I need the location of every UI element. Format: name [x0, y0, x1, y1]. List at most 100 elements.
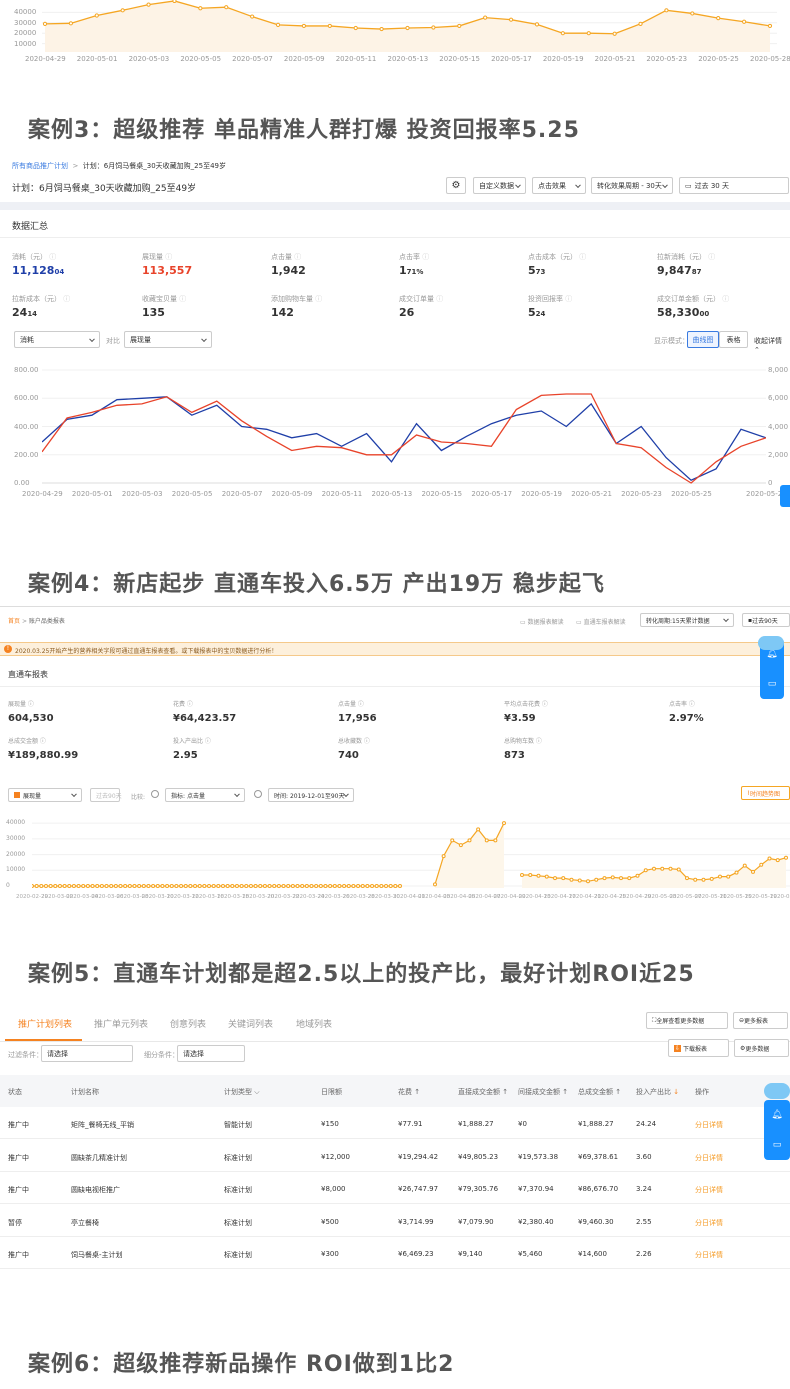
curve-mode-button[interactable]: 曲线图 — [687, 331, 719, 348]
sort-icon[interactable]: ↑ — [412, 1088, 420, 1096]
time-value: 2019-12-01至90天 — [289, 792, 345, 800]
metric-decimal: 73 — [535, 268, 546, 276]
top-chart-panel: 40000 30000 20000 10000 2020-04-29 2020-05-0… — [0, 0, 790, 70]
metric-main: 135 — [142, 306, 165, 319]
x-tick-label: 2020-05-09 — [271, 490, 313, 498]
column-header: 状态 — [8, 1088, 22, 1096]
info-icon[interactable]: ⓘ — [434, 295, 443, 303]
data-point — [610, 875, 615, 880]
tab-1[interactable]: 推广计划列表 — [18, 1017, 72, 1030]
column-header[interactable]: 直接成交金额 ↑ — [458, 1087, 508, 1097]
metric-select[interactable]: 展现量 — [8, 788, 82, 802]
data-point — [109, 884, 114, 888]
sort-icon[interactable]: ↑ — [613, 1088, 621, 1096]
info-icon[interactable]: ⓘ — [720, 295, 729, 303]
info-icon[interactable]: ⓘ — [47, 253, 56, 261]
index-select[interactable]: 指标: 点击量 — [165, 788, 245, 802]
sort-icon[interactable]: ↑ — [560, 1088, 568, 1096]
side-tab[interactable] — [780, 485, 790, 507]
sort-desc-icon[interactable]: ↓ — [671, 1088, 679, 1096]
sub-filter-select[interactable]: 请选择 — [177, 1045, 245, 1062]
date-button[interactable]: ▪ 过去90天 — [742, 613, 790, 627]
conversion-label: 转化周期:15天累计数据 — [646, 617, 710, 625]
collapse-details-link[interactable]: 收起详情 ⌃ — [754, 336, 790, 354]
time-radio[interactable] — [254, 790, 262, 798]
info-icon[interactable]: ⓘ — [38, 738, 46, 745]
column-header[interactable]: 花费 ↑ — [398, 1087, 420, 1097]
info-icon[interactable]: ⓘ — [687, 701, 695, 708]
breadcrumb-home[interactable]: 首页 — [8, 618, 20, 625]
trend-chart-button[interactable]: ⌇ 时间趋势图 — [741, 786, 790, 800]
info-icon[interactable]: ⓘ — [177, 295, 186, 303]
tab-4[interactable]: 关键词列表 — [228, 1017, 273, 1030]
column-header[interactable]: 间接成交金额 ↑ — [518, 1087, 568, 1097]
click-effect-select[interactable]: 点击效果 — [532, 177, 586, 194]
info-icon[interactable]: ⓘ — [534, 738, 542, 745]
info-icon[interactable]: ⓘ — [540, 701, 548, 708]
metric-value: 2.95 — [173, 750, 198, 761]
info-icon[interactable]: ⓘ — [313, 295, 322, 303]
daily-detail-link[interactable]: 分日详情 — [695, 1120, 723, 1130]
chat-icon[interactable]: ▭ — [768, 679, 777, 689]
custom-data-select[interactable]: 自定义数据 — [473, 177, 526, 194]
more-reports-button[interactable]: ⊖ 更多报表 — [733, 1012, 788, 1029]
fullscreen-button[interactable]: ⛶ 全屏查看更多数据 — [646, 1012, 728, 1029]
compare-radio[interactable] — [151, 790, 159, 798]
breadcrumb-link[interactable]: 所有商品推广计划 — [12, 162, 68, 170]
tab-5[interactable]: 地域列表 — [296, 1017, 332, 1030]
table-cell: 圆缺茶几精准计划 — [71, 1153, 127, 1162]
filter-select[interactable]: 请选择 — [41, 1045, 133, 1062]
daily-detail-link[interactable]: 分日详情 — [695, 1218, 723, 1228]
collapse-label: 收起详情 — [754, 337, 782, 345]
data-point — [652, 866, 656, 871]
column-header[interactable]: 计划类型 ⌵ — [224, 1087, 260, 1097]
info-icon[interactable]: ⓘ — [420, 253, 429, 261]
link-label: 直通车报表解读 — [583, 619, 626, 626]
metric-label: 点击量 ⓘ — [338, 701, 364, 708]
data-point — [685, 876, 689, 881]
ztc-guide-link[interactable]: ▭ 直通车报表解读 — [576, 617, 626, 626]
daily-detail-link[interactable]: 分日详情 — [695, 1153, 723, 1163]
info-icon[interactable]: ⓘ — [563, 295, 572, 303]
tab-2[interactable]: 推广单元列表 — [94, 1017, 148, 1030]
settings-button[interactable]: ⚙ — [446, 177, 466, 194]
data-point — [536, 873, 541, 878]
date-range-picker[interactable]: ▭ 过去 30 天 — [679, 177, 789, 194]
table-cell: 亭立餐椅 — [71, 1218, 99, 1227]
info-icon[interactable]: ⓘ — [362, 738, 370, 745]
download-report-button[interactable]: ⇩ 下载报表 — [668, 1039, 729, 1057]
column-header[interactable]: 投入产出比 ↓ — [636, 1087, 679, 1097]
daily-detail-link[interactable]: 分日详情 — [695, 1250, 723, 1260]
past-days-button[interactable]: 过去90天 — [90, 788, 122, 802]
info-icon[interactable]: ⓘ — [163, 253, 172, 261]
data-point — [676, 867, 681, 872]
data-point — [113, 884, 118, 888]
conversion-period-select[interactable]: 转化周期:15天累计数据 — [640, 613, 734, 627]
daily-detail-link[interactable]: 分日详情 — [695, 1185, 723, 1195]
info-icon[interactable]: ⓘ — [577, 253, 586, 261]
metric-left-select[interactable]: 消耗 — [14, 331, 100, 348]
info-icon[interactable]: ⓘ — [292, 253, 301, 261]
info-icon[interactable]: ⓘ — [203, 738, 211, 745]
bell-icon[interactable]: 🔔︎ — [771, 1110, 782, 1120]
info-icon[interactable]: ⓘ — [185, 701, 193, 708]
chat-icon[interactable]: ▭ — [773, 1140, 782, 1150]
metric-right-select[interactable]: 展现量 — [124, 331, 212, 348]
data-point — [286, 884, 291, 888]
calendar-icon: ▭ — [685, 181, 692, 190]
sort-icon[interactable]: ↑ — [500, 1088, 508, 1096]
info-icon[interactable]: ⓘ — [706, 253, 715, 261]
column-header[interactable]: 总成交金额 ↑ — [578, 1087, 621, 1097]
time-select[interactable]: 时间: 2019-12-01至90天 — [268, 788, 354, 802]
data-point — [151, 884, 156, 888]
info-icon[interactable]: ⓘ — [356, 701, 364, 708]
info-icon[interactable]: ⓘ — [26, 701, 34, 708]
table-mode-button[interactable]: 表格 — [719, 331, 748, 348]
conversion-period-select[interactable]: 转化效果周期 - 30天 — [591, 177, 673, 194]
chevron-down-icon[interactable]: ⌵ — [252, 1088, 259, 1096]
info-icon[interactable]: ⓘ — [61, 295, 70, 303]
tab-3[interactable]: 创意列表 — [170, 1017, 206, 1030]
bell-icon[interactable]: 🔔︎ — [766, 649, 777, 659]
report-guide-link[interactable]: ▭ 数据报表解读 — [520, 617, 564, 626]
more-data-button[interactable]: ⚙ 更多数据 — [734, 1039, 789, 1057]
